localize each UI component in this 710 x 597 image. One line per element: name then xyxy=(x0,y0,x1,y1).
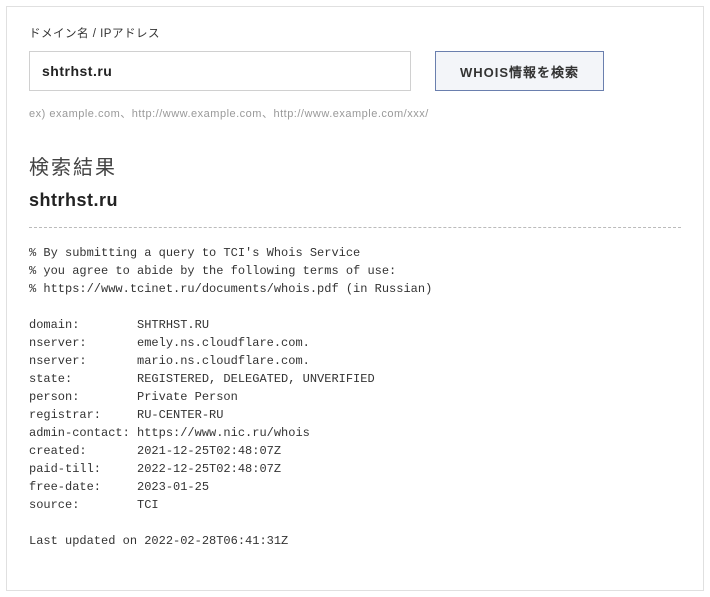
whois-panel: ドメイン名 / IPアドレス WHOIS情報を検索 ex) example.co… xyxy=(6,6,704,591)
domain-input[interactable] xyxy=(29,51,411,91)
result-domain-name: shtrhst.ru xyxy=(29,190,681,211)
whois-search-button[interactable]: WHOIS情報を検索 xyxy=(435,51,604,91)
example-text: ex) example.com、http://www.example.com、h… xyxy=(29,105,681,121)
divider xyxy=(29,227,681,228)
domain-field-label: ドメイン名 / IPアドレス xyxy=(29,25,681,41)
search-row: WHOIS情報を検索 xyxy=(29,51,681,91)
whois-output: % By submitting a query to TCI's Whois S… xyxy=(29,244,681,550)
results-heading: 検索結果 xyxy=(29,151,681,180)
